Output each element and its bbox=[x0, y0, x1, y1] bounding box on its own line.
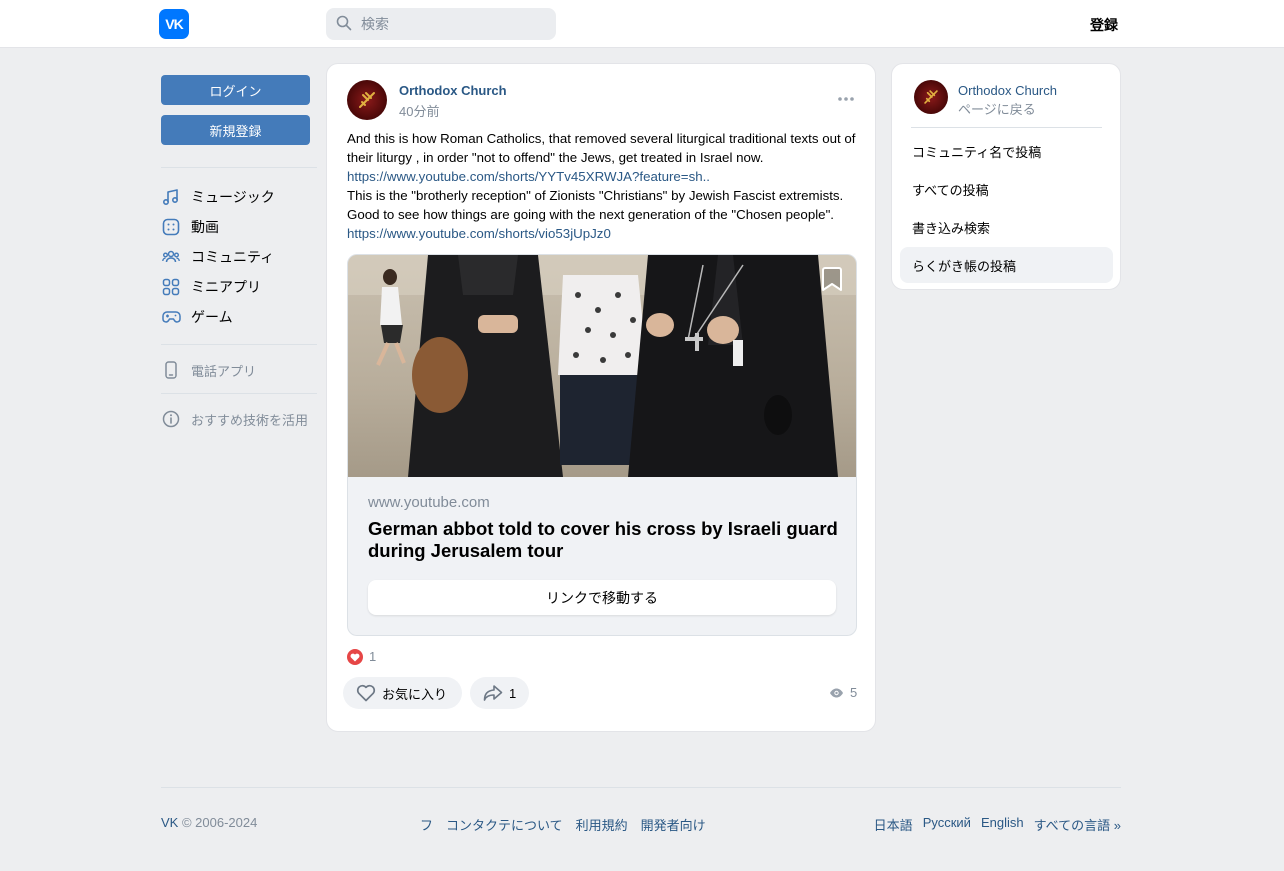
footer-brand-link[interactable]: VK bbox=[161, 815, 178, 830]
footer-copyright: VK © 2006-2024 bbox=[161, 815, 257, 830]
lang-japanese[interactable]: 日本語 bbox=[874, 815, 913, 834]
menu-item-graffiti-posts[interactable]: らくがき帳の投稿 bbox=[900, 247, 1113, 283]
sidebar-divider bbox=[161, 167, 317, 168]
sidebar-item-label: ミュージック bbox=[191, 189, 275, 205]
sidebar-item-label: ミニアプリ bbox=[191, 279, 261, 295]
share-button[interactable]: 1 bbox=[470, 677, 529, 709]
footer-copyright-text: © 2006-2024 bbox=[178, 815, 258, 830]
share-icon bbox=[483, 685, 503, 701]
video-icon bbox=[161, 217, 181, 237]
post-paragraph: And this is how Roman Catholics, that re… bbox=[347, 131, 856, 165]
bookmark-icon[interactable] bbox=[821, 266, 843, 292]
post-link[interactable]: https://www.youtube.com/shorts/YYTv45XRW… bbox=[347, 167, 861, 186]
open-link-button[interactable]: リンクで移動する bbox=[368, 580, 836, 615]
sidebar-item-mini-apps[interactable]: ミニアプリ bbox=[161, 273, 317, 301]
info-icon bbox=[161, 409, 181, 429]
lang-english[interactable]: English bbox=[981, 815, 1024, 834]
more-options-icon[interactable] bbox=[836, 91, 856, 107]
lang-russian[interactable]: Русский bbox=[923, 815, 971, 834]
menu-item-all-posts[interactable]: すべての投稿 bbox=[900, 171, 1113, 207]
like-button[interactable]: お気に入り bbox=[343, 677, 462, 709]
post-paragraph: This is the "brotherly reception" of Zio… bbox=[347, 188, 844, 222]
sidebar-divider bbox=[161, 393, 317, 394]
community-icon bbox=[161, 247, 181, 267]
music-icon bbox=[161, 187, 181, 207]
top-header: VK 登録 bbox=[0, 0, 1284, 48]
sidebar-item-video[interactable]: 動画 bbox=[161, 213, 317, 241]
community-avatar[interactable] bbox=[914, 80, 948, 114]
mini-apps-icon bbox=[161, 277, 181, 297]
share-count: 1 bbox=[509, 685, 517, 701]
post-author-name[interactable]: Orthodox Church bbox=[399, 83, 507, 98]
menu-item-community-posts[interactable]: コミュニティ名で投稿 bbox=[900, 133, 1113, 169]
post-author-avatar[interactable] bbox=[347, 80, 387, 120]
heart-outline-icon bbox=[356, 684, 376, 702]
sidebar-item-label: おすすめ技術を活用 bbox=[191, 412, 309, 428]
footer-divider bbox=[161, 787, 1121, 788]
search-icon bbox=[336, 15, 352, 34]
footer-link-developers[interactable]: 開発者向け bbox=[641, 815, 706, 834]
phone-icon bbox=[161, 360, 181, 380]
login-button[interactable]: ログイン bbox=[161, 75, 310, 105]
post-link[interactable]: https://www.youtube.com/shorts/vio53jUpJ… bbox=[347, 224, 861, 243]
lang-all[interactable]: すべての言語 » bbox=[1034, 815, 1121, 834]
views-count: 5 bbox=[850, 685, 858, 700]
sidebar-item-label: 動画 bbox=[191, 219, 219, 235]
sidebar-item-label: ゲーム bbox=[191, 309, 233, 325]
sidebar-divider bbox=[161, 344, 317, 345]
panel-divider bbox=[911, 127, 1102, 128]
search-box[interactable] bbox=[326, 8, 556, 40]
footer-link-terms[interactable]: 利用規約 bbox=[576, 815, 628, 834]
community-name-link[interactable]: Orthodox Church bbox=[958, 83, 1057, 98]
footer-links: フ コンタクテについて 利用規約 開発者向け bbox=[420, 815, 706, 834]
video-thumbnail[interactable] bbox=[348, 255, 856, 477]
post-card: Orthodox Church 40分前 And this is how Rom… bbox=[326, 63, 876, 732]
footer-languages: 日本語 Русский English すべての言語 » bbox=[874, 815, 1121, 834]
register-link[interactable]: 登録 bbox=[1090, 15, 1118, 35]
sidebar-item-label: コミュニティ bbox=[191, 249, 275, 265]
gamepad-icon bbox=[161, 307, 181, 327]
menu-item-search-posts[interactable]: 書き込み検索 bbox=[900, 209, 1113, 245]
search-input[interactable] bbox=[361, 16, 541, 32]
sidebar-item-phone-app[interactable]: 電話アプリ bbox=[161, 356, 317, 384]
reaction-heart-icon[interactable] bbox=[347, 649, 363, 665]
attachment-domain: www.youtube.com bbox=[368, 494, 490, 511]
footer-link[interactable]: フ bbox=[420, 815, 433, 834]
reaction-count[interactable]: 1 bbox=[369, 649, 376, 664]
vk-logo[interactable]: VK bbox=[159, 9, 189, 39]
link-attachment[interactable]: www.youtube.com German abbot told to cov… bbox=[347, 254, 857, 636]
like-label: お気に入り bbox=[382, 686, 448, 702]
attachment-title[interactable]: German abbot told to cover his cross by … bbox=[368, 518, 838, 562]
sidebar-item-games[interactable]: ゲーム bbox=[161, 303, 317, 331]
views-counter: 5 bbox=[829, 685, 857, 700]
footer-link-about[interactable]: コンタクテについて bbox=[446, 815, 563, 834]
signup-button[interactable]: 新規登録 bbox=[161, 115, 310, 145]
sidebar-item-label: 電話アプリ bbox=[191, 363, 257, 379]
community-side-menu: Orthodox Church ページに戻る コミュニティ名で投稿 すべての投稿… bbox=[891, 63, 1121, 290]
post-text: And this is how Roman Catholics, that re… bbox=[347, 129, 861, 243]
sidebar-item-music[interactable]: ミュージック bbox=[161, 183, 317, 211]
post-timestamp[interactable]: 40分前 bbox=[399, 101, 439, 120]
back-to-page-link[interactable]: ページに戻る bbox=[958, 99, 1036, 118]
sidebar-item-recommend[interactable]: おすすめ技術を活用 bbox=[161, 405, 317, 433]
sidebar-item-community[interactable]: コミュニティ bbox=[161, 243, 317, 271]
eye-icon bbox=[830, 688, 843, 697]
